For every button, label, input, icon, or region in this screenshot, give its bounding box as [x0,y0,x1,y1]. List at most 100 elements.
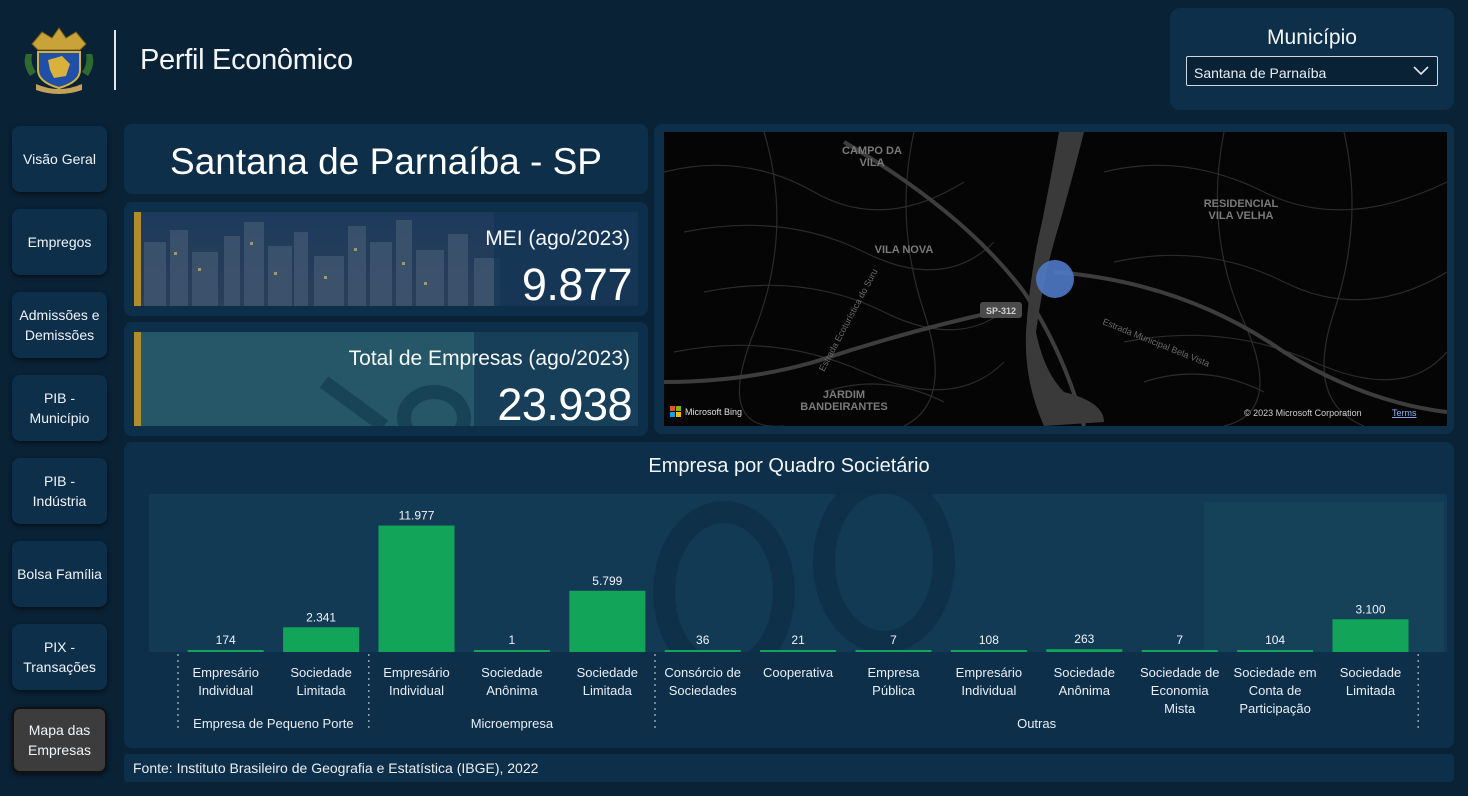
chart-data-label: 1 [509,633,516,647]
chart-x-tick-label: Sociedade de [1140,665,1220,680]
nav-bolsa-familia-button[interactable]: Bolsa Família [12,541,107,607]
municipio-filter-label: Município [1267,26,1357,49]
company-location-map[interactable]: CAMPO DA VILA RESIDENCIAL VILA VELHA VIL… [664,132,1447,426]
empresa-quadro-societario-chart-card: Empresa por Quadro Societário 174 2.341 11… [124,442,1454,748]
chart-x-tick-label: Sociedade [577,665,638,680]
chart-data-label: 21 [791,633,805,647]
total-empresas-kpi-card: Total de Empresas (ago/2023) 23.938 [124,322,648,436]
chart-bar [1332,619,1409,652]
chart-group-label: Outras [1017,716,1057,731]
map-place-label: VILA NOVA [875,244,934,256]
chart-x-tick-label: Cooperativa [763,665,834,680]
chart-x-tick-label: Consórcio de [664,665,741,680]
chart-bar [378,525,455,652]
chart-x-tick-label: Empresário [956,665,1022,680]
chart-x-tick-label: Conta de [1249,683,1302,698]
chart-x-tick-label: Sociedades [669,683,737,698]
map-place-label: VILA [859,157,884,169]
chart-bar [569,590,646,652]
chart-x-tick-label: Individual [389,683,444,698]
chart-x-tick-label: Participação [1239,701,1311,716]
chart-bar [1237,650,1314,652]
mei-kpi-value: 9.877 [521,259,633,310]
chart-x-tick-label: Limitada [583,683,633,698]
nav-pib-industria-button[interactable]: PIB - Indústria [12,458,107,524]
chart-bar [855,650,932,652]
chart-data-label: 7 [1176,633,1183,647]
chevron-down-icon [1413,66,1429,76]
chart-group-label: Empresa de Pequeno Porte [193,716,353,731]
municipio-filter-panel: Município Santana de Parnaíba [1170,8,1454,110]
chart-bar [664,650,741,652]
map-place-label: CAMPO DA [842,145,902,157]
nav-visao-geral-button[interactable]: Visão Geral [12,126,107,192]
nav-admissoes-demissoes-button[interactable]: Admissões e Demissões [12,292,107,358]
chart-x-tick-label: Limitada [297,683,347,698]
chart-x-tick-label: Anônima [486,683,538,698]
total-empresas-kpi-value: 23.938 [497,379,632,430]
chart-data-label: 11.977 [399,509,435,523]
chart-data-label: 7 [890,633,897,647]
chart-x-tick-label: Empresário [192,665,258,680]
chart-x-tick-label: Sociedade [481,665,542,680]
page-title: Perfil Econômico [140,44,353,76]
map-copyright: © 2023 Microsoft Corporation [1244,408,1362,418]
nav-pix-transacoes-button[interactable]: PIX - Transações [12,624,107,690]
map-place-label: BANDEIRANTES [800,401,887,413]
nav-pib-municipio-button[interactable]: PIB - Município [12,375,107,441]
chart-data-label: 36 [696,633,710,647]
svg-text:SP-312: SP-312 [986,306,1016,316]
chart-x-tick-label: Sociedade [290,665,351,680]
chart-bar [1046,649,1123,652]
chart-bar [187,650,264,652]
chart-bar [760,650,837,652]
chart-x-tick-label: Anônima [1059,683,1111,698]
source-text: Fonte: Instituto Brasileiro de Geografia… [133,760,539,776]
chart-data-label: 2.341 [306,610,336,624]
bar-chart: 174 2.341 11.977 1 5.799 36 21 7 108 263 7 104 3.100… [149,471,1447,732]
source-footer: Fonte: Instituto Brasileiro de Geografia… [124,754,1454,782]
chart-x-tick-label: Sociedade [1054,665,1115,680]
chart-x-tick-label: Economia [1151,683,1210,698]
map-place-label: RESIDENCIAL [1204,198,1279,210]
map-place-label: JARDIM [823,389,865,401]
map-card: CAMPO DA VILA RESIDENCIAL VILA VELHA VIL… [654,124,1454,434]
kpi-accent-stripe [134,332,141,426]
svg-text:Microsoft Bing: Microsoft Bing [685,407,742,417]
chart-data-label: 5.799 [592,574,622,588]
chart-x-tick-label: Individual [961,683,1016,698]
chart-x-tick-label: Empresa [867,665,920,680]
chart-x-tick-label: Individual [198,683,253,698]
chart-group-label: Microempresa [471,716,554,731]
total-empresas-kpi-label: Total de Empresas (ago/2023) [348,347,630,370]
map-terms-link[interactable]: Terms [1392,408,1417,418]
chart-bar [473,650,550,652]
chart-x-tick-label: Limitada [1346,683,1396,698]
municipio-dropdown[interactable]: Santana de Parnaíba [1186,56,1438,86]
chart-x-tick-label: Sociedade em [1234,665,1317,680]
chart-data-label: 104 [1265,633,1285,647]
chart-x-tick-label: Empresário [383,665,449,680]
chart-x-tick-label: Pública [872,683,915,698]
chart-x-tick-label: Sociedade [1340,665,1401,680]
company-location-marker[interactable] [1036,260,1074,298]
header-divider [114,30,116,90]
chart-x-tick-label: Mista [1164,701,1196,716]
road-shield-sp-312: SP-312 [980,302,1022,318]
chart-bar [283,627,360,652]
kpi-accent-stripe [134,212,141,306]
mei-kpi-card: MEI (ago/2023) 9.877 [124,202,648,316]
map-place-label: VILA VELHA [1209,210,1274,222]
chart-bar [1141,650,1218,652]
municipal-coat-of-arms-logo [22,24,96,94]
nav-empregos-button[interactable]: Empregos [12,209,107,275]
municipio-dropdown-value: Santana de Parnaíba [1194,65,1327,81]
city-title: Santana de Parnaíba - SP [170,141,602,182]
chart-data-label: 108 [979,633,999,647]
nav-mapa-empresas-button[interactable]: Mapa das Empresas [12,707,107,773]
city-title-card: Santana de Parnaíba - SP [124,124,648,194]
chart-data-label: 174 [216,633,236,647]
mei-kpi-label: MEI (ago/2023) [485,227,630,250]
chart-bar [950,650,1027,652]
chart-data-label: 263 [1074,632,1094,646]
